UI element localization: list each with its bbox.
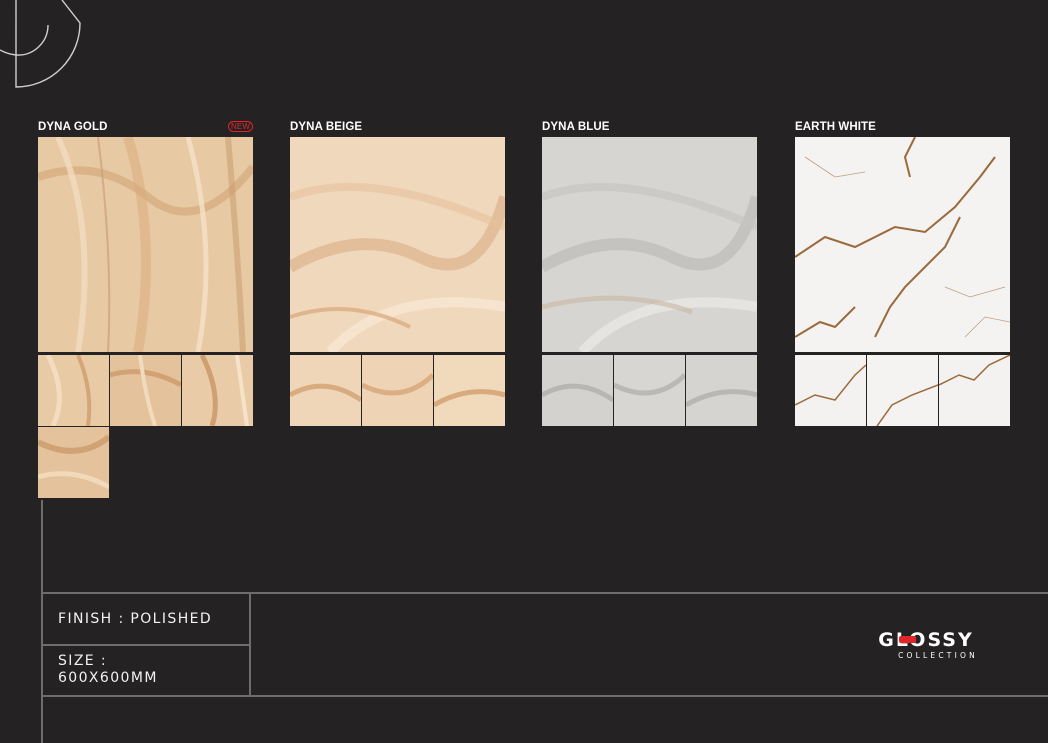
tile-thumbnail <box>110 355 181 426</box>
product-dyna-gold: DYNA GOLD NEW <box>38 119 253 498</box>
tile-thumbnail <box>434 355 505 426</box>
spec-divider <box>43 644 249 646</box>
product-dyna-blue: DYNA BLUE <box>542 119 757 426</box>
product-title: DYNA GOLD NEW <box>38 119 253 137</box>
tile-thumbnail <box>686 355 757 426</box>
brand-tagline: COLLECTION <box>898 651 978 660</box>
tile-thumbnail <box>939 355 1010 426</box>
product-earth-white: EARTH WHITE <box>795 119 1010 426</box>
tile-variations <box>542 355 757 426</box>
tile-main-image <box>38 137 253 352</box>
tile-thumbnail <box>867 355 938 426</box>
frame-line-bottom <box>41 695 1048 697</box>
tile-main-image <box>795 137 1010 352</box>
tile-thumbnail <box>38 355 109 426</box>
product-title: EARTH WHITE <box>795 121 876 133</box>
tile-variations <box>795 355 1010 426</box>
frame-divider <box>249 594 251 695</box>
tile-main-image <box>542 137 757 352</box>
size-value: 600X600MM <box>58 670 158 686</box>
tile-thumbnail <box>795 355 866 426</box>
finish-spec: FINISH : POLISHED <box>58 611 213 627</box>
brand-mark-icon <box>0 0 81 88</box>
brand-accent <box>899 636 916 643</box>
tile-thumbnail <box>362 355 433 426</box>
tile-main-image <box>290 137 505 352</box>
tile-thumbnail <box>182 355 253 426</box>
product-title: DYNA BLUE <box>542 121 610 133</box>
tile-thumbnail <box>614 355 685 426</box>
glossy-collection-logo: GLOSSY COLLECTION <box>878 629 978 660</box>
size-label: SIZE : <box>58 653 108 669</box>
frame-line-top <box>41 592 1048 594</box>
product-dyna-beige: DYNA BEIGE <box>290 119 505 426</box>
tile-thumbnail <box>290 355 361 426</box>
brand-name: GLOSSY <box>878 629 973 651</box>
tile-thumbnail <box>542 355 613 426</box>
tile-variations <box>290 355 505 426</box>
new-badge: NEW <box>228 121 253 132</box>
product-title: DYNA BEIGE <box>290 121 363 133</box>
size-spec: SIZE : 600X600MM <box>58 653 158 687</box>
tile-thumbnail <box>38 427 109 498</box>
frame-line-vertical <box>41 500 43 743</box>
tile-variations <box>38 355 253 498</box>
